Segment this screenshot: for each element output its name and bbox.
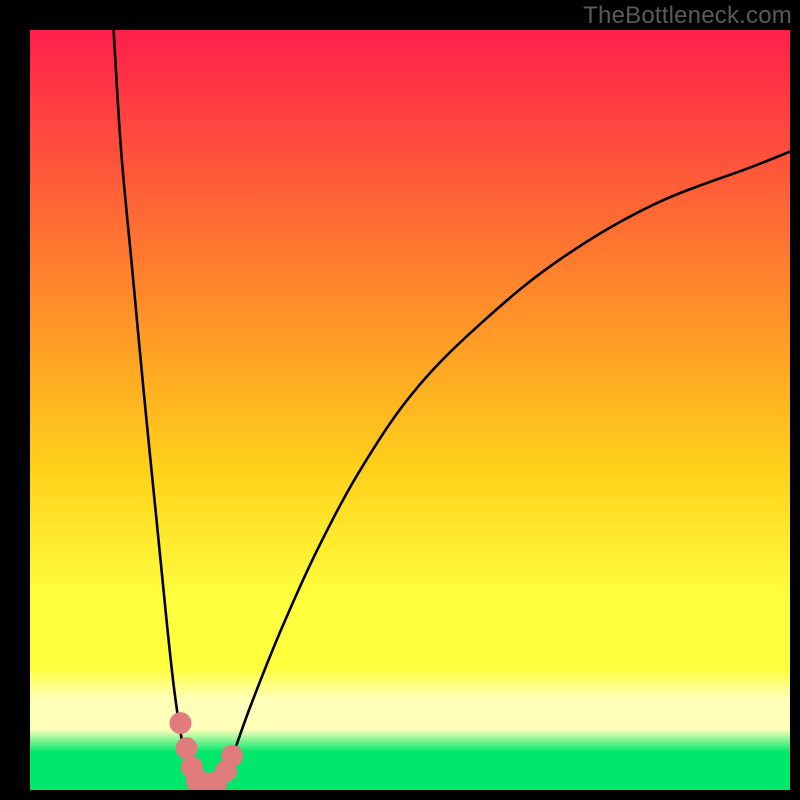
- chart-frame: TheBottleneck.com: [0, 0, 800, 800]
- plot-area: [30, 30, 790, 790]
- data-marker: [169, 712, 191, 734]
- curve-left-branch: [114, 30, 198, 790]
- curve-right-branch: [220, 152, 790, 790]
- data-marker: [221, 745, 243, 767]
- attribution-watermark: TheBottleneck.com: [583, 2, 792, 30]
- curve-layer: [30, 30, 790, 790]
- data-marker: [176, 737, 198, 759]
